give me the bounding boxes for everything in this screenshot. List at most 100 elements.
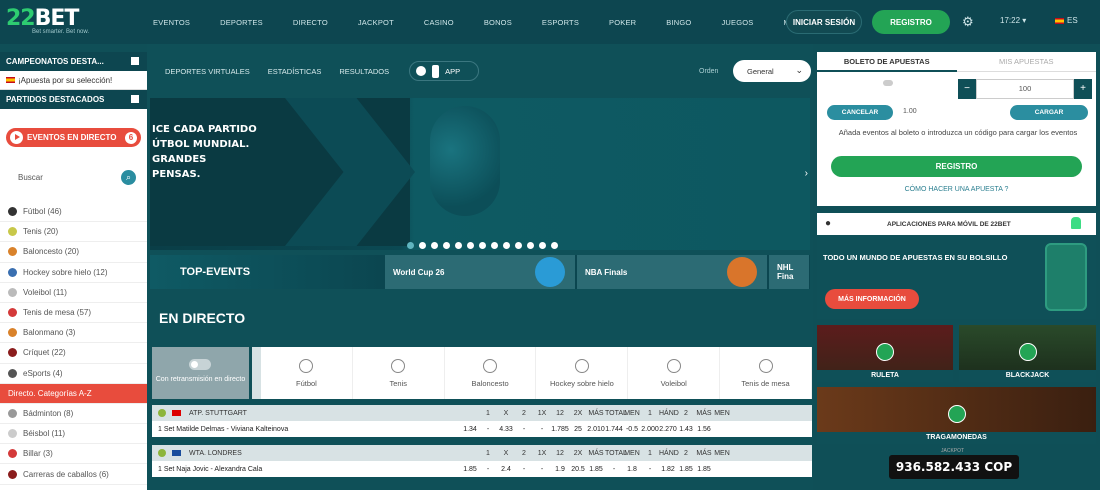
odds-cell[interactable]: 1.56 bbox=[695, 426, 713, 433]
odds-cell[interactable]: 1.85 bbox=[677, 466, 695, 473]
sidebar-sport-item[interactable]: Baloncesto (20) bbox=[0, 242, 147, 263]
blackjack-tile[interactable]: BLACKJACK bbox=[959, 325, 1096, 382]
tab-bet-slip[interactable]: Boleto de apuestas bbox=[817, 52, 957, 72]
featured-matches-header[interactable]: PARTIDOS DESTACADOS bbox=[0, 90, 147, 109]
match-row[interactable]: 1 Set Naja Jovic - Alexandra Cala 1.85-2.… bbox=[152, 461, 812, 477]
odds-cell[interactable]: 2.270 bbox=[659, 426, 677, 433]
carousel-dot[interactable] bbox=[503, 242, 510, 249]
promo-banner[interactable]: ICE CADA PARTIDO ÚTBOL MUNDIAL. GRANDES PEN… bbox=[150, 98, 810, 250]
nav-item[interactable]: Poker bbox=[594, 18, 651, 27]
sidebar-sport-item[interactable]: Balonmano (3) bbox=[0, 323, 147, 344]
carousel-dot[interactable] bbox=[491, 242, 498, 249]
live-events-button[interactable]: EVENTOS EN DIRECTO 6 bbox=[6, 128, 141, 147]
match-players[interactable]: 1 Set Naja Jovic - Alexandra Cala bbox=[158, 466, 461, 473]
carousel-dot[interactable] bbox=[479, 242, 486, 249]
sort-select[interactable]: General ⌄ bbox=[733, 60, 811, 82]
sport-filter-item[interactable]: Baloncesto bbox=[445, 347, 537, 399]
sport-filter-item[interactable]: Voleibol bbox=[628, 347, 721, 399]
odds-cell[interactable]: 1.744 bbox=[605, 426, 623, 433]
odds-cell[interactable]: - bbox=[479, 426, 497, 433]
top-event-card[interactable]: World Cup 26 bbox=[385, 255, 575, 289]
odds-cell[interactable]: 1.34 bbox=[461, 426, 479, 433]
nav-item[interactable]: Jackpot bbox=[343, 18, 409, 27]
carousel-dot[interactable] bbox=[527, 242, 534, 249]
sidebar-sport-item[interactable]: Hockey sobre hielo (12) bbox=[0, 263, 147, 283]
odds-cell[interactable]: 1.85 bbox=[695, 466, 713, 473]
carousel-dot[interactable] bbox=[515, 242, 522, 249]
odds-cell[interactable]: 25 bbox=[569, 426, 587, 433]
match-row[interactable]: 1 Set Matilde Delmas - Viviana Kalteinov… bbox=[152, 421, 812, 437]
match-players[interactable]: 1 Set Matilde Delmas - Viviana Kalteinov… bbox=[158, 426, 461, 433]
odds-cell[interactable]: - bbox=[479, 466, 497, 473]
odds-cell[interactable]: 2.4 bbox=[497, 466, 515, 473]
carousel-dot[interactable] bbox=[431, 242, 438, 249]
sidebar-sport-item[interactable]: Béisbol (11) bbox=[0, 424, 147, 445]
carousel-dot[interactable] bbox=[467, 242, 474, 249]
expand-icon[interactable] bbox=[131, 57, 139, 65]
carousel-dot[interactable] bbox=[407, 242, 414, 249]
scroll-left-button[interactable] bbox=[252, 347, 261, 399]
odds-cell[interactable]: 1.785 bbox=[551, 426, 569, 433]
cancel-button[interactable]: CANCELAR bbox=[827, 105, 893, 120]
odds-cell[interactable]: 1.85 bbox=[461, 466, 479, 473]
toggle-switch[interactable] bbox=[189, 359, 211, 370]
odds-cell[interactable]: 1.9 bbox=[551, 466, 569, 473]
sidebar-sport-item[interactable]: Billar (3) bbox=[0, 444, 147, 465]
carousel-dot[interactable] bbox=[455, 242, 462, 249]
register-button[interactable]: REGISTRO bbox=[872, 10, 950, 34]
nav-item[interactable]: Juegos bbox=[706, 18, 768, 27]
search-icon[interactable]: ⌕ bbox=[121, 170, 136, 185]
carousel-dot[interactable] bbox=[551, 242, 558, 249]
sidebar-sport-item[interactable]: Tenis (20) bbox=[0, 222, 147, 243]
sport-filter-item[interactable]: Tenis de mesa bbox=[720, 347, 812, 399]
roulette-tile[interactable]: RULETA bbox=[817, 325, 953, 382]
virtual-sports-link[interactable]: Deportes virtuales bbox=[165, 67, 250, 76]
carousel-dot[interactable] bbox=[539, 242, 546, 249]
load-button[interactable]: CARGAR bbox=[1010, 105, 1088, 120]
sidebar-sport-item[interactable]: Voleibol (11) bbox=[0, 283, 147, 303]
statistics-link[interactable]: Estadísticas bbox=[268, 67, 322, 76]
nav-item[interactable]: Eventos bbox=[138, 18, 205, 27]
nav-item[interactable]: Deportes bbox=[205, 18, 278, 27]
stream-toggle[interactable]: Con retransmisión en directo bbox=[152, 347, 249, 399]
odds-cell[interactable]: - bbox=[605, 466, 623, 473]
login-button[interactable]: INICIAR SESIÓN bbox=[786, 10, 862, 34]
mobile-app-promo[interactable]: ● APLICACIONES PARA MÓVIL DE 22BET TODO U… bbox=[817, 213, 1096, 319]
slots-tile[interactable]: TRAGAMONEDAS bbox=[817, 387, 1096, 444]
next-arrow-icon[interactable]: › bbox=[805, 168, 808, 179]
sidebar-sport-item[interactable]: Carreras de caballos (6) bbox=[0, 464, 147, 485]
sport-filter-item[interactable]: Tenis bbox=[353, 347, 445, 399]
odds-cell[interactable]: 1.85 bbox=[587, 466, 605, 473]
carousel-dot[interactable] bbox=[419, 242, 426, 249]
sport-filter-item[interactable]: Hockey sobre hielo bbox=[536, 347, 629, 399]
slip-register-button[interactable]: REGISTRO bbox=[831, 156, 1082, 177]
odds-cell[interactable]: 2.010 bbox=[587, 426, 605, 433]
sport-filter-item[interactable]: Fútbol bbox=[261, 347, 353, 399]
language-select[interactable]: ES bbox=[1055, 16, 1078, 25]
app-button[interactable]: APP bbox=[409, 61, 480, 81]
league-header[interactable]: WTA. LONDRES 1 X 2 1X 12 2X MÁS TOTAL MEN 1 HÁND 2 MÁ… bbox=[152, 445, 812, 461]
odds-cell[interactable]: 1.43 bbox=[677, 426, 695, 433]
tab-my-bets[interactable]: Mis apuestas bbox=[956, 52, 1096, 72]
odds-cell[interactable]: 4.33 bbox=[497, 426, 515, 433]
plus-button[interactable]: + bbox=[1074, 79, 1092, 99]
odds-cell[interactable]: - bbox=[515, 466, 533, 473]
how-to-bet-link[interactable]: CÓMO HACER UNA APUESTA ? bbox=[817, 186, 1096, 193]
stake-stepper[interactable]: − 100 + bbox=[958, 79, 1092, 99]
stake-input[interactable]: 100 bbox=[976, 79, 1074, 99]
sidebar-sport-item[interactable]: Tenis de mesa (57) bbox=[0, 303, 147, 324]
gear-icon[interactable]: ⚙ bbox=[962, 14, 974, 30]
sidebar-sport-item[interactable]: Fútbol (46) bbox=[0, 202, 147, 223]
odds-cell[interactable]: - bbox=[641, 466, 659, 473]
odds-cell[interactable]: - bbox=[533, 466, 551, 473]
toggle-switch[interactable] bbox=[883, 80, 893, 86]
nav-item[interactable]: Bingo bbox=[651, 18, 706, 27]
brand-logo[interactable]: 22BET Bet smarter. Bet now. bbox=[0, 0, 138, 44]
odds-cell[interactable]: 1.8 bbox=[623, 466, 641, 473]
nav-item[interactable]: Esports bbox=[527, 18, 594, 27]
odds-cell[interactable]: 20.5 bbox=[569, 466, 587, 473]
sport-search-input[interactable]: Buscar bbox=[12, 168, 136, 186]
nav-item[interactable]: Bonos bbox=[469, 18, 527, 27]
carousel-dot[interactable] bbox=[443, 242, 450, 249]
expand-icon[interactable] bbox=[131, 95, 139, 103]
